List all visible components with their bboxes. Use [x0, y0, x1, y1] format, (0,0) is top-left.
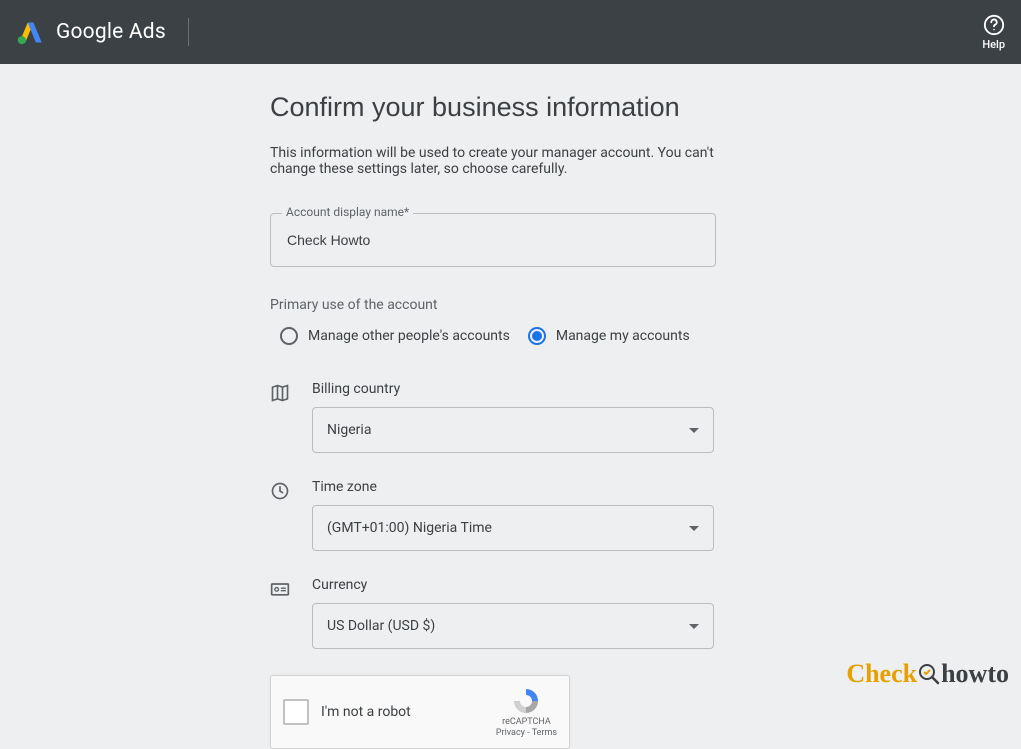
recaptcha-text: I'm not a robot	[321, 704, 484, 720]
select-value: US Dollar (USD $)	[327, 618, 435, 634]
header-divider	[188, 18, 189, 46]
map-icon	[270, 383, 290, 403]
help-icon	[983, 14, 1005, 36]
account-name-label: Account display name*	[282, 205, 413, 219]
radio-manage-my[interactable]: Manage my accounts	[528, 327, 690, 345]
radio-label: Manage my accounts	[556, 328, 690, 344]
magnifier-check-icon	[917, 662, 941, 686]
recaptcha-links[interactable]: Privacy - Terms	[496, 728, 557, 738]
billing-country-select[interactable]: Nigeria	[312, 407, 714, 453]
recaptcha-branding: reCAPTCHA Privacy - Terms	[496, 686, 557, 738]
help-label: Help	[982, 38, 1005, 51]
time-zone-select[interactable]: (GMT+01:00) Nigeria Time	[312, 505, 714, 551]
header-left: Google Ads	[16, 18, 189, 46]
recaptcha-icon	[511, 686, 541, 716]
recaptcha-widget: I'm not a robot reCAPTCHA Privacy - Term…	[270, 675, 570, 749]
account-name-field: Account display name*	[270, 213, 750, 267]
page-subtitle: This information will be used to create …	[270, 145, 750, 177]
radio-label: Manage other people's accounts	[308, 328, 510, 344]
select-value: (GMT+01:00) Nigeria Time	[327, 520, 492, 536]
currency-row: Currency US Dollar (USD $)	[270, 577, 750, 649]
time-zone-label: Time zone	[312, 479, 750, 495]
help-button[interactable]: Help	[982, 14, 1005, 51]
page-title: Confirm your business information	[270, 92, 750, 123]
google-ads-logo-icon	[16, 18, 44, 46]
currency-label: Currency	[312, 577, 750, 593]
radio-icon	[280, 327, 298, 345]
time-zone-row: Time zone (GMT+01:00) Nigeria Time	[270, 479, 750, 551]
main-content: Confirm your business information This i…	[0, 64, 750, 749]
billing-country-row: Billing country Nigeria	[270, 381, 750, 453]
chevron-down-icon	[689, 526, 699, 531]
billing-country-label: Billing country	[312, 381, 750, 397]
recaptcha-brand: reCAPTCHA	[502, 717, 551, 727]
watermark-howto: howto	[941, 659, 1009, 688]
account-name-input[interactable]	[270, 213, 716, 267]
payment-icon	[270, 579, 290, 599]
primary-use-label: Primary use of the account	[270, 297, 750, 313]
chevron-down-icon	[689, 428, 699, 433]
radio-icon	[528, 327, 546, 345]
primary-use-radios: Manage other people's accounts Manage my…	[270, 327, 750, 345]
product-name: Google Ads	[56, 20, 166, 44]
currency-select[interactable]: US Dollar (USD $)	[312, 603, 714, 649]
select-value: Nigeria	[327, 422, 371, 438]
chevron-down-icon	[689, 624, 699, 629]
radio-manage-others[interactable]: Manage other people's accounts	[280, 327, 510, 345]
watermark-check: Check	[846, 659, 917, 688]
clock-icon	[270, 481, 290, 501]
app-header: Google Ads Help	[0, 0, 1021, 64]
watermark: Check howto	[846, 659, 1009, 689]
